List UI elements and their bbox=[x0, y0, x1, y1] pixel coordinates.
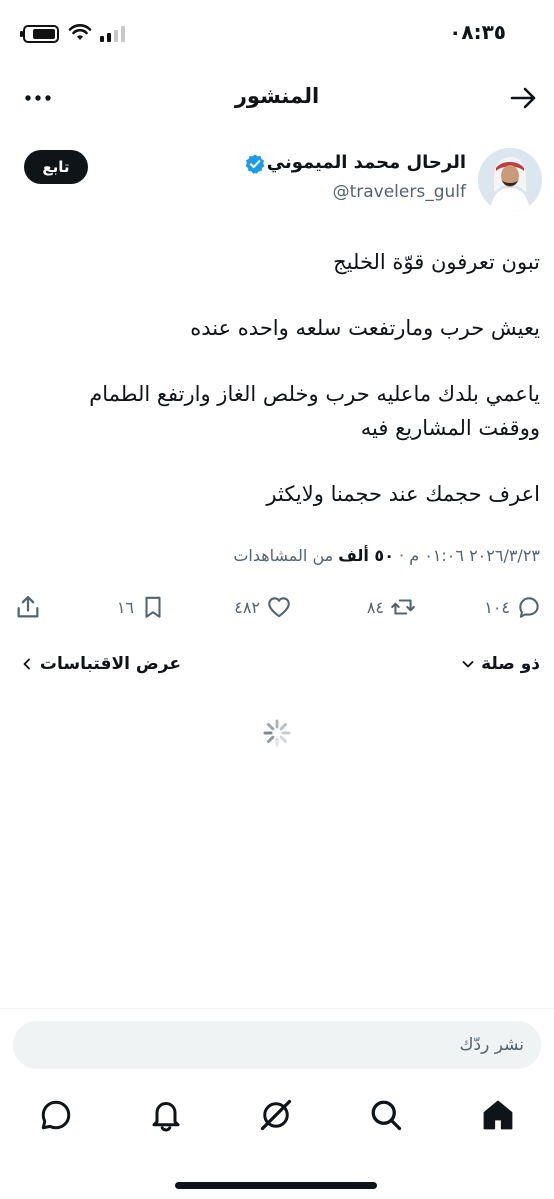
reply-count: ١٠٤ bbox=[484, 597, 510, 617]
bookmark-action[interactable]: ١٦ bbox=[117, 592, 166, 622]
reply-placeholder: نشر ردّك bbox=[459, 1035, 524, 1055]
grok-icon[interactable] bbox=[258, 1097, 294, 1133]
loading-spinner-icon bbox=[263, 719, 291, 747]
bell-icon[interactable] bbox=[148, 1097, 184, 1133]
post-text-line: ياعمي بلدك ماعليه حرب وخلص الغاز وارتفع … bbox=[89, 382, 540, 406]
avatar[interactable] bbox=[478, 148, 542, 212]
messages-icon[interactable] bbox=[38, 1097, 74, 1133]
page-title: المنشور bbox=[234, 84, 320, 108]
post-text-line: اعرف حجمك عند حجمنا ولايكثر bbox=[266, 482, 540, 506]
heart-icon bbox=[268, 597, 290, 618]
repost-icon bbox=[391, 599, 415, 615]
search-icon[interactable] bbox=[368, 1097, 404, 1133]
author-handle[interactable]: @travelers_gulf bbox=[333, 182, 466, 202]
verified-badge-icon bbox=[245, 154, 265, 174]
like-action[interactable]: ٤٨٢ bbox=[234, 592, 292, 622]
divider bbox=[0, 1008, 554, 1009]
post-meta: ٢٠٢٦/٣/٢٣ ٠١:٠٦ م · ٥٠ ألف من المشاهدات bbox=[233, 546, 540, 565]
home-indicator[interactable] bbox=[175, 1182, 377, 1189]
quotes-label: عرض الاقتباسات bbox=[39, 654, 181, 674]
post-text-line: يعيش حرب ومارتفعت سلعه واحده عنده bbox=[190, 316, 540, 340]
repost-count: ٨٤ bbox=[366, 597, 384, 617]
views-label: من المشاهدات bbox=[233, 546, 339, 565]
related-label: ذو صلة bbox=[481, 654, 540, 674]
post-text-line: ووقفت المشاريع فيه bbox=[360, 416, 540, 440]
post-text-line: تبون تعرفون قوّة الخليج bbox=[333, 250, 540, 274]
home-icon[interactable] bbox=[480, 1097, 516, 1133]
related-dropdown[interactable]: ذو صلة bbox=[461, 654, 540, 674]
post-datetime: ٢٠٢٦/٣/٢٣ ٠١:٠٦ م · bbox=[393, 546, 540, 565]
share-icon[interactable] bbox=[14, 593, 42, 621]
bookmark-count: ١٦ bbox=[116, 597, 134, 617]
reply-action[interactable]: ١٠٤ bbox=[484, 592, 542, 622]
views-count[interactable]: ٥٠ ألف bbox=[338, 546, 394, 565]
wifi-icon bbox=[68, 24, 92, 40]
status-time: ٠٨:٣٥ bbox=[449, 20, 506, 44]
chevron-left-icon bbox=[23, 658, 30, 670]
view-quotes-link[interactable]: عرض الاقتباسات bbox=[20, 654, 181, 674]
like-count: ٤٨٢ bbox=[234, 597, 260, 617]
chevron-down-icon bbox=[462, 661, 474, 668]
comment-icon bbox=[519, 597, 539, 618]
battery-icon bbox=[20, 25, 59, 43]
more-dots-icon[interactable] bbox=[22, 82, 54, 114]
follow-button[interactable]: تابع bbox=[24, 150, 88, 184]
bookmark-icon bbox=[145, 596, 161, 618]
signal-icon bbox=[100, 26, 125, 42]
author-name[interactable]: الرحال محمد الميموني bbox=[267, 152, 466, 173]
repost-action[interactable]: ٨٤ bbox=[367, 592, 416, 622]
